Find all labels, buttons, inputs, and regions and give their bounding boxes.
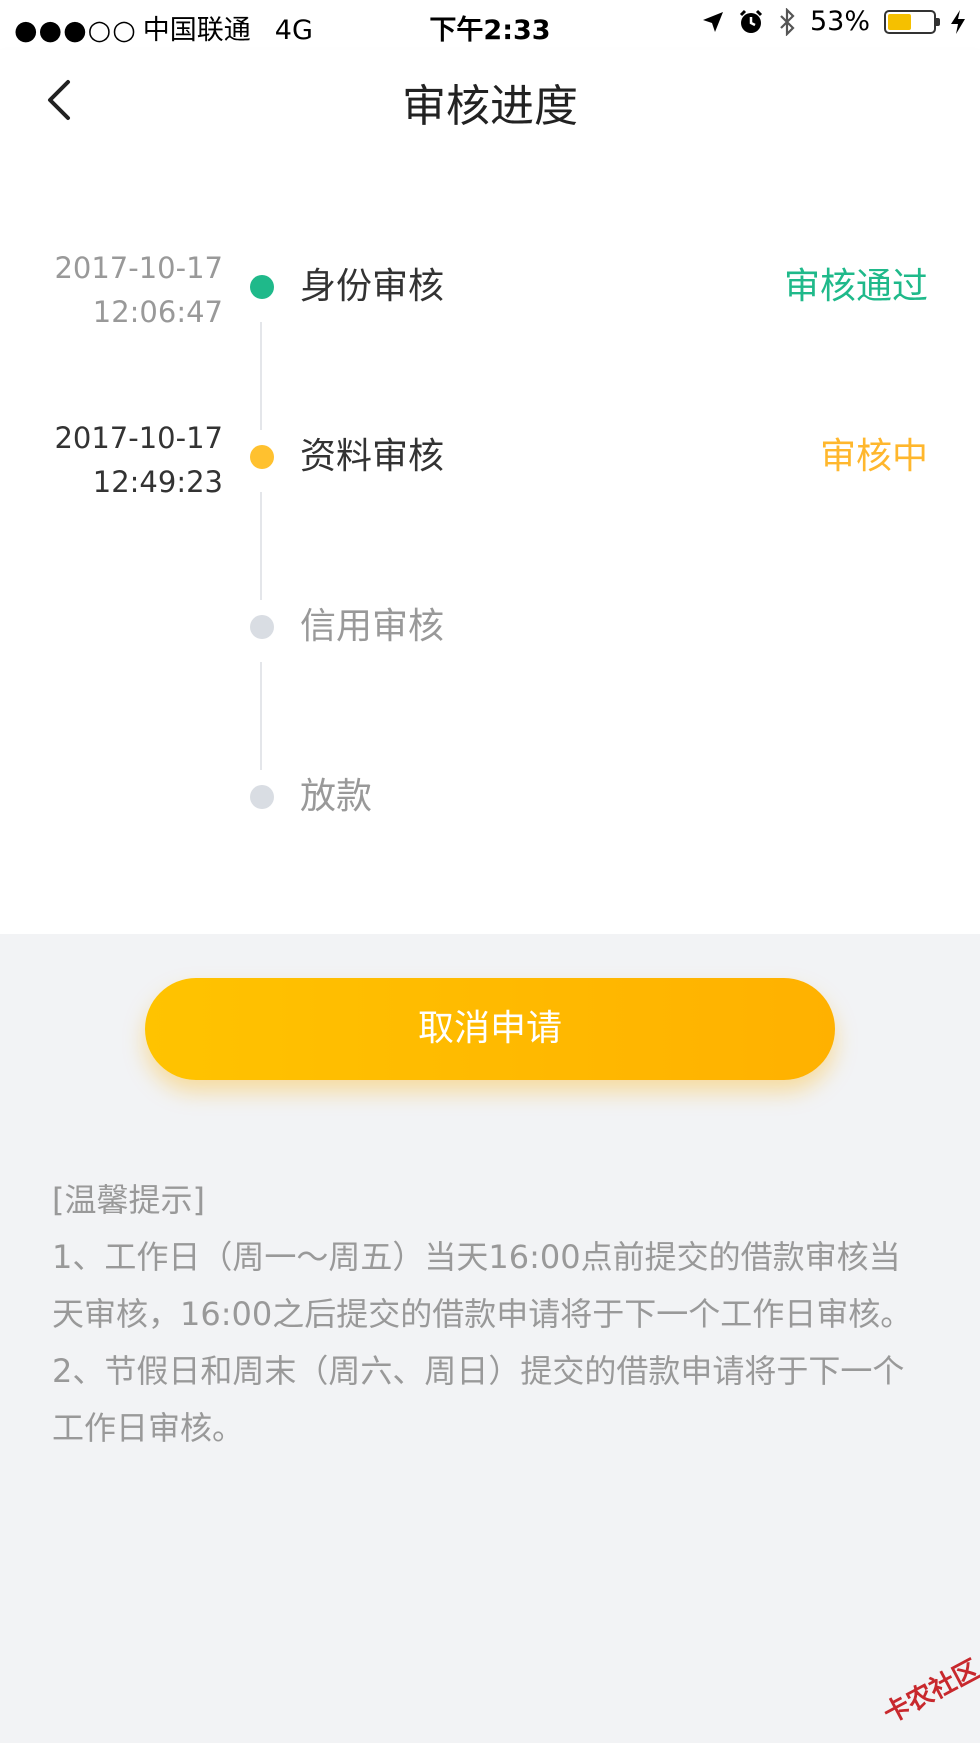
battery-level [888,13,911,30]
bluetooth-icon [780,7,795,36]
cancel-application-button[interactable]: 取消申请 [145,978,835,1080]
page-title: 审核进度 [402,81,578,132]
timeline-connector [260,322,262,430]
battery-icon [884,9,940,34]
timeline-connector [260,492,262,600]
timeline-connector [260,662,262,770]
tips-line-1: 1、工作日（周一～周五）当天16:00点前提交的借款审核当天审核，16:00之后… [52,1238,913,1333]
step4-label: 放款 [300,776,373,817]
nav-bar: 审核进度 [0,50,980,152]
watermark: 卡农社区 [878,1654,980,1730]
step2-dot [250,445,274,469]
charging-bolt-icon [951,9,965,34]
review-progress-timeline: 2017-10-17 12:06:47 身份审核 审核通过 2017-10-17… [0,152,980,934]
battery-percent: 53% [809,6,870,37]
step1-date: 2017-10-17 [54,251,223,285]
step2-time: 12:49:23 [92,465,223,499]
step1-label: 身份审核 [300,266,445,307]
alarm-clock-icon [739,9,763,33]
tips-line-2: 2、节假日和周末（周六、周日）提交的借款申请将于下一个工作日审核。 [52,1352,905,1447]
step1-dot [250,275,274,299]
step1-time: 12:06:47 [92,295,223,329]
status-bar: ●●●○○ 中国联通 4G 下午2:33 53% [0,0,980,50]
step4-dot [250,785,274,809]
step2-date: 2017-10-17 [54,421,223,455]
tips-heading: [温馨提示] [52,1181,205,1219]
step1-status: 审核通过 [783,266,928,307]
tips-section: [温馨提示] 1、工作日（周一～周五）当天16:00点前提交的借款审核当天审核，… [52,1172,932,1457]
step3-dot [250,615,274,639]
step3-label: 信用审核 [300,606,445,647]
step2-label: 资料审核 [300,436,445,477]
status-right: 53% [702,6,966,37]
step2-status: 审核中 [819,436,928,477]
location-arrow-icon [702,11,723,32]
